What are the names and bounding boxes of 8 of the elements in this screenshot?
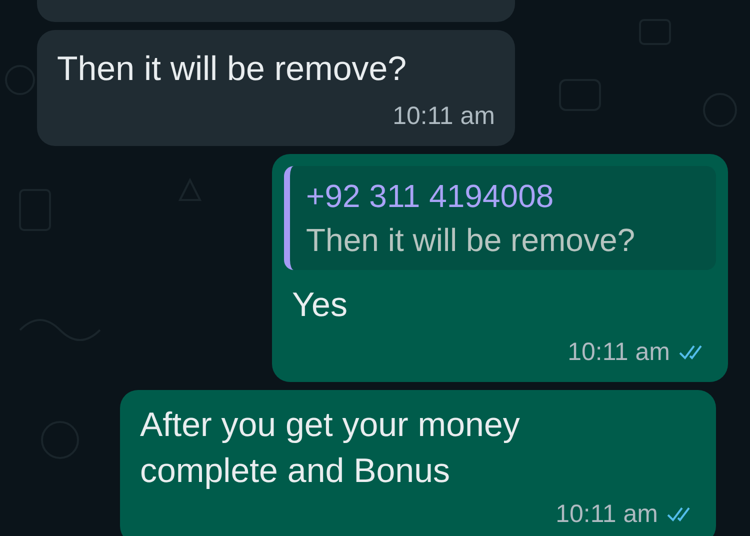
message-time: 10:11 am [568, 337, 670, 368]
message-text: After you get your money complete and Bonus [139, 405, 521, 492]
message-time: 10:11 am [392, 101, 495, 132]
message-text: Then it will be remove? [56, 49, 408, 90]
message-time: 10:11 am [556, 499, 658, 530]
quoted-text: Then it will be remove? [306, 221, 636, 260]
message-text: Yes [291, 285, 348, 326]
quoted-author: +92 311 4194008 [306, 177, 555, 216]
